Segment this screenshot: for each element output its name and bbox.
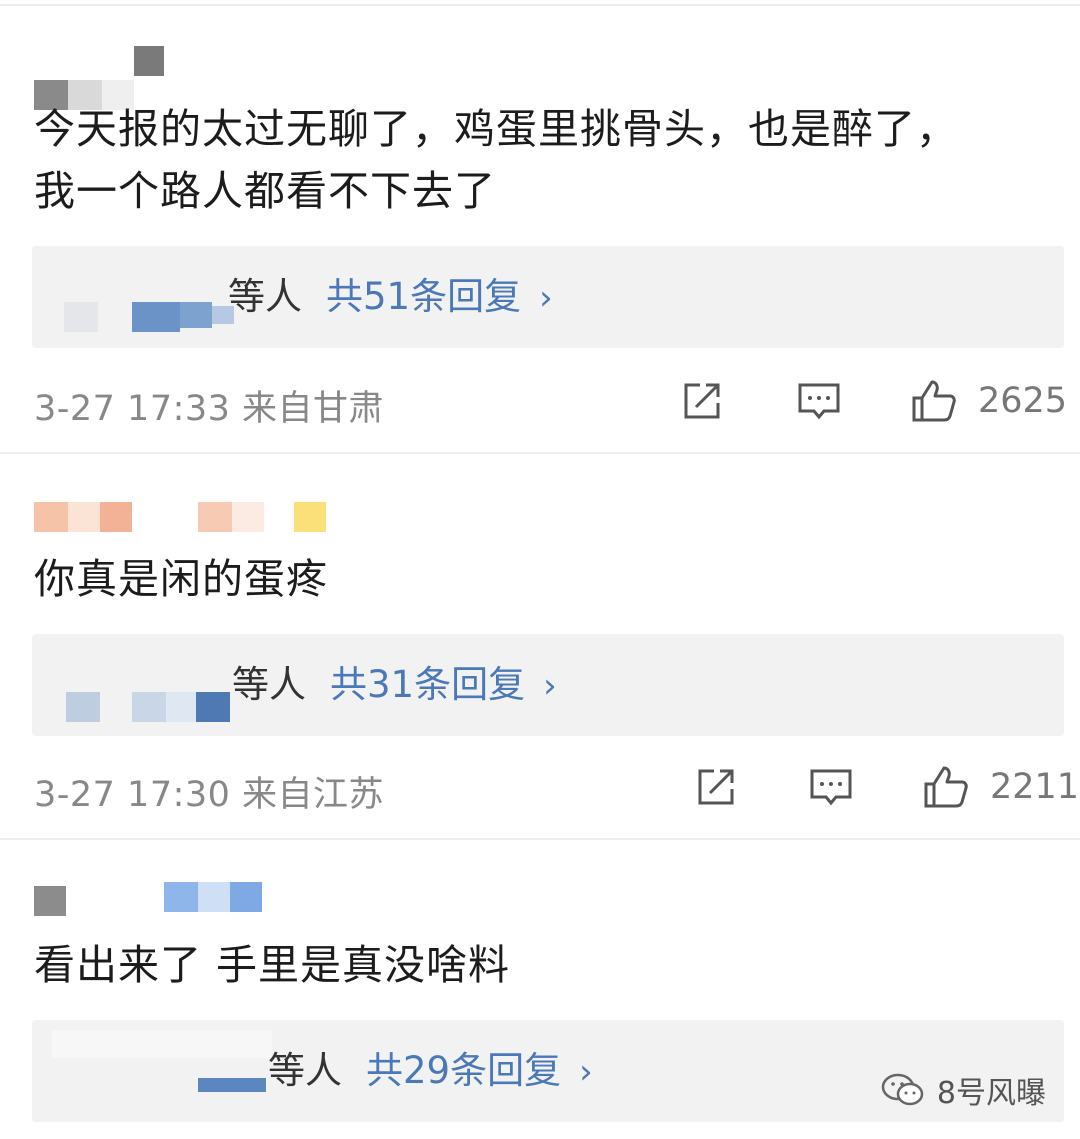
comment-icon — [798, 383, 840, 420]
reply-people-label: 等人 — [232, 663, 306, 706]
like-count: 2625 — [978, 381, 1068, 421]
share-icon — [698, 769, 734, 805]
chevron-right-icon: › — [539, 278, 553, 318]
time-location: 3-27 17:33 来自甘肃 — [34, 389, 385, 429]
reply-count-link[interactable]: 共29条回复 — [366, 1049, 561, 1092]
comment-list-screenshot: 今天报的太过无聊了，鸡蛋里挑骨头，也是醉了， 我一个路人都看不下去了 等人 共51… — [0, 0, 1080, 1139]
watermark-text: 8号风曝 — [936, 1076, 1046, 1111]
reply-people-label: 等人 — [228, 275, 302, 318]
comment-text: 今天报的太过无聊了，鸡蛋里挑骨头，也是醉了， 我一个路人都看不下去了 — [34, 105, 958, 215]
comment-meta: 3-27 17:30 来自江苏 2211 — [34, 762, 1079, 815]
wechat-icon — [881, 1073, 924, 1106]
time-location: 3-27 17:30 来自江苏 — [34, 775, 385, 815]
reply-count-link[interactable]: 共51条回复 — [326, 275, 521, 318]
top-divider — [0, 4, 1080, 6]
reply-avatars-pixelated — [32, 1020, 272, 1122]
thumbs-up-icon — [912, 380, 956, 422]
like-count: 2211 — [990, 767, 1080, 807]
username-pixelated[interactable] — [34, 42, 174, 110]
username-pixelated[interactable] — [34, 498, 334, 538]
comment-meta: 3-27 17:33 来自甘肃 2625 — [34, 376, 1067, 429]
comment-button[interactable] — [808, 762, 854, 812]
share-button[interactable] — [680, 376, 724, 426]
comment-button[interactable] — [796, 376, 842, 426]
comment-text: 你真是闲的蛋疼 — [34, 555, 328, 603]
comment-divider — [0, 452, 1080, 454]
chevron-right-icon: › — [543, 666, 557, 706]
like-button[interactable]: 2625 — [910, 376, 1067, 426]
thumbs-up-icon — [924, 766, 968, 808]
reply-people-label: 等人 — [268, 1049, 342, 1092]
comment-divider — [0, 838, 1080, 840]
comment-text: 看出来了 手里是真没啥料 — [34, 941, 511, 989]
share-icon — [684, 383, 720, 419]
reply-summary[interactable]: 等人 共31条回复 › — [32, 634, 1064, 736]
reply-summary[interactable]: 等人 共51条回复 › — [32, 246, 1064, 348]
reply-count-link[interactable]: 共31条回复 — [330, 663, 525, 706]
watermark: 8号风曝 — [881, 1068, 1046, 1112]
username-pixelated[interactable] — [34, 882, 274, 922]
chevron-right-icon: › — [579, 1052, 593, 1092]
like-button[interactable]: 2211 — [922, 762, 1079, 812]
share-button[interactable] — [694, 762, 738, 812]
comment-icon — [810, 769, 852, 806]
